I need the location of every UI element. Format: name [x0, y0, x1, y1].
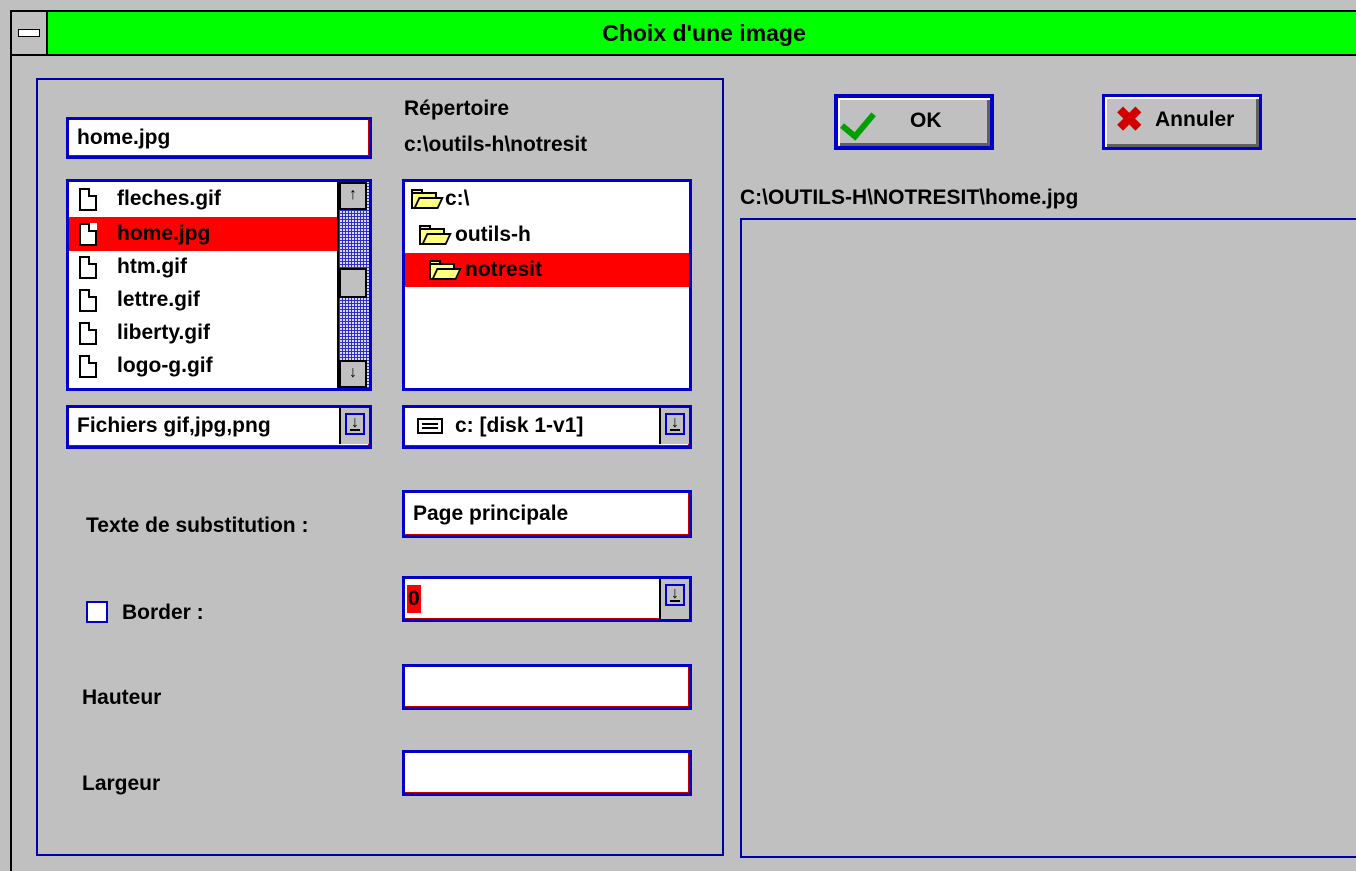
- drive-icon: [417, 418, 443, 434]
- file-list[interactable]: fleches.gif home.jpg htm.gif lettre.gif …: [66, 179, 372, 391]
- preview-path: C:\OUTILS-H\NOTRESIT\home.jpg: [740, 186, 1079, 209]
- open-folder-icon: [411, 189, 444, 209]
- border-checkbox[interactable]: [86, 601, 108, 623]
- border-label: Border :: [122, 601, 204, 624]
- scroll-down-arrow-icon[interactable]: ↓: [339, 360, 367, 388]
- border-value: 0: [407, 585, 421, 613]
- file-type-combo[interactable]: Fichiers gif,jpg,png ↓: [66, 405, 372, 449]
- alt-text-label: Texte de substitution :: [86, 514, 309, 537]
- width-input[interactable]: [402, 750, 692, 796]
- list-item-selected[interactable]: home.jpg: [69, 217, 339, 251]
- chevron-down-icon: ↓: [665, 413, 685, 435]
- dropdown-button[interactable]: ↓: [659, 408, 689, 444]
- directory-path: c:\outils-h\notresit: [404, 133, 588, 156]
- chevron-down-icon: ↓: [345, 413, 365, 435]
- checkmark-icon: [840, 103, 876, 141]
- tree-item[interactable]: c:\: [405, 182, 689, 216]
- list-item[interactable]: fleches.gif: [69, 182, 339, 216]
- open-folder-icon: [419, 225, 452, 245]
- ok-button[interactable]: OK: [834, 94, 994, 150]
- list-item[interactable]: lettre.gif: [69, 283, 339, 317]
- chevron-down-icon: ↓: [665, 584, 685, 606]
- list-item[interactable]: htm.gif: [69, 250, 339, 284]
- dropdown-button[interactable]: ↓: [659, 579, 689, 619]
- directory-tree[interactable]: c:\ outils-h notresit: [402, 179, 692, 391]
- scroll-up-arrow-icon[interactable]: ↑: [339, 182, 367, 210]
- cancel-x-icon: ✖: [1115, 101, 1144, 139]
- window-title: Choix d'une image: [602, 20, 806, 46]
- drive-combo[interactable]: c: [disk 1-v1] ↓: [402, 405, 692, 449]
- scroll-thumb[interactable]: [339, 268, 367, 298]
- file-icon: [79, 355, 97, 378]
- filename-input[interactable]: home.jpg: [66, 117, 372, 159]
- tree-item[interactable]: outils-h: [405, 218, 689, 252]
- alt-text-input[interactable]: Page principale: [402, 490, 692, 538]
- title-bar[interactable]: Choix d'une image: [10, 10, 1356, 56]
- cancel-button[interactable]: ✖ Annuler: [1102, 94, 1262, 150]
- file-list-scrollbar[interactable]: ↑ ↓: [337, 182, 369, 388]
- file-icon: [79, 322, 97, 345]
- height-input[interactable]: [402, 664, 692, 710]
- file-icon: [79, 223, 97, 246]
- list-item[interactable]: liberty.gif: [69, 316, 339, 350]
- file-icon: [79, 256, 97, 279]
- width-label: Largeur: [82, 772, 161, 795]
- height-label: Hauteur: [82, 686, 162, 709]
- directory-label: Répertoire: [404, 97, 510, 120]
- dropdown-button[interactable]: ↓: [339, 408, 369, 444]
- tree-item-selected[interactable]: notresit: [405, 253, 689, 287]
- open-folder-icon: [429, 260, 462, 280]
- file-icon: [79, 188, 97, 211]
- window-border: [10, 56, 12, 871]
- file-icon: [79, 289, 97, 312]
- border-value-combo[interactable]: 0 ↓: [402, 576, 692, 622]
- list-item[interactable]: logo-g.gif: [69, 349, 339, 383]
- image-preview: [740, 218, 1356, 858]
